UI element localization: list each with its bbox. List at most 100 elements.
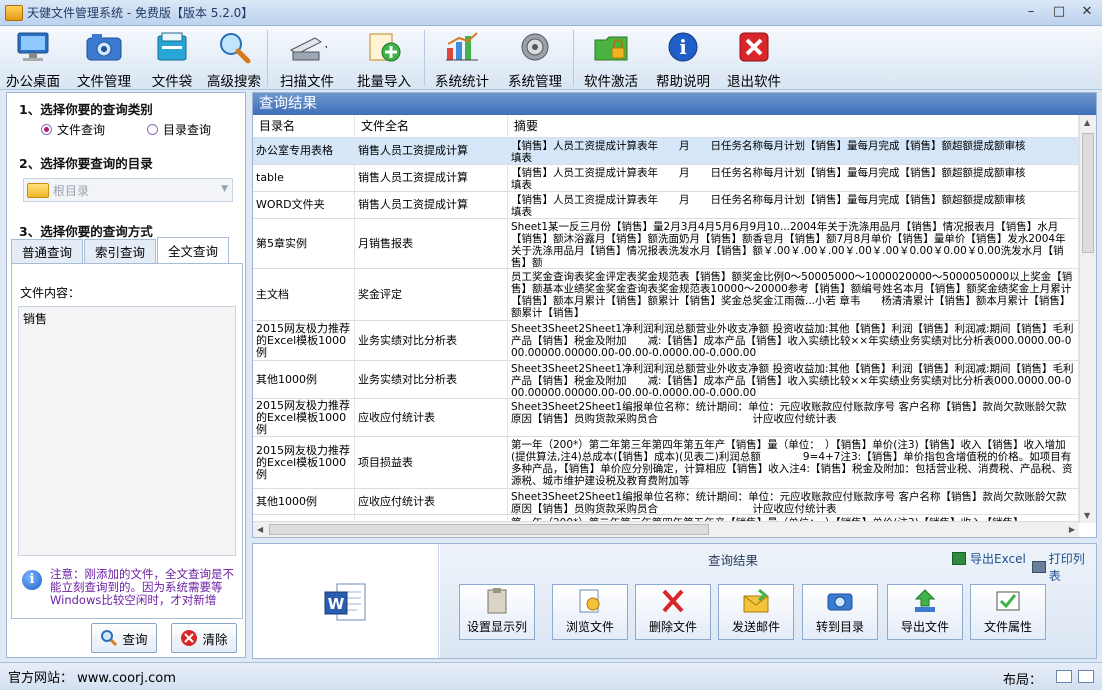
title-bar: 天健文件管理系统 - 免费版【版本 5.2.0】 – □ ✕: [0, 0, 1102, 26]
layout-list-icon[interactable]: [1056, 670, 1072, 683]
toolbar-label: 办公桌面: [6, 74, 60, 90]
toolbar-file-bag[interactable]: 文件袋: [142, 26, 202, 90]
radio-file-query[interactable]: 文件查询: [41, 121, 105, 138]
button-label: 导出文件: [900, 620, 949, 634]
directory-select[interactable]: 根目录 ▼: [23, 178, 233, 202]
close-button[interactable]: ✕: [1076, 4, 1098, 21]
column-header-file[interactable]: 文件全名: [355, 115, 508, 137]
toolbar-statistics[interactable]: 系统统计: [426, 26, 498, 90]
query-button-label: 查询: [122, 631, 148, 647]
set-columns-button[interactable]: 设置显示列: [459, 584, 535, 640]
scroll-left-icon[interactable]: ◀: [257, 525, 263, 534]
print-list-link[interactable]: 打印列表: [1032, 550, 1096, 584]
step1-title: 1、选择你要的查询类别: [19, 102, 153, 117]
toolbar-advanced-search[interactable]: 高级搜索: [202, 26, 266, 90]
toolbar-label: 文件袋: [151, 74, 193, 90]
toolbar-system-manage[interactable]: 系统管理: [498, 26, 572, 90]
minimize-button[interactable]: –: [1020, 4, 1042, 21]
tab-fulltext-query[interactable]: 全文查询: [157, 237, 230, 263]
toolbar-office-desktop[interactable]: 办公桌面: [0, 26, 66, 90]
content-input[interactable]: 销售: [18, 306, 236, 556]
table-row[interactable]: 第5章实例 月销售报表 Sheet1某一反三月份【销售】量2月3月4月5月6月9…: [253, 219, 1079, 269]
table-row[interactable]: 2015网友极力推荐的Excel模板1000例 项目损益表 第一年（200*）第…: [253, 437, 1079, 489]
cell-file: 销售人员工资提成计算: [355, 165, 508, 191]
file-bag-icon: [152, 29, 192, 64]
chevron-down-icon: ▼: [221, 184, 228, 194]
cell-dir: 其他1000例: [253, 361, 355, 398]
results-title: 查询结果: [253, 93, 1096, 115]
table-row[interactable]: 2015网友极力推荐的Excel模板1000例 应收应付统计表 Sheet3Sh…: [253, 399, 1079, 437]
vertical-scrollbar[interactable]: ▲ ▼: [1079, 115, 1096, 523]
word-document-icon: W: [324, 583, 366, 621]
table-row[interactable]: 其他1000例 业务实绩对比分析表 Sheet3Sheet2Sheet1净利润利…: [253, 361, 1079, 399]
cell-dir: WORD文件夹: [253, 192, 355, 218]
cell-file: 奖金评定: [355, 269, 508, 320]
toolbar-batch-import[interactable]: 批量导入: [345, 26, 423, 90]
clipboard-icon: [487, 588, 507, 614]
bar-chart-icon: [442, 29, 482, 64]
action-area: 查询结果 导出Excel 打印列表 设置显示列 浏览文件 删除文件 发送邮件 转…: [440, 544, 1096, 658]
export-icon: [914, 589, 936, 612]
maximize-button[interactable]: □: [1048, 4, 1070, 21]
actions-title: 查询结果: [708, 553, 759, 568]
cell-summary: 第一年（200*）第二年第三年第四年第五年产【销售】量（单位： ）【销售】单价(…: [508, 437, 1079, 488]
toolbar-label: 退出软件: [727, 74, 781, 90]
exit-icon: [734, 29, 774, 64]
step3-title: 3、选择你要的查询方式: [19, 224, 153, 239]
query-button[interactable]: 查询: [91, 623, 157, 653]
browse-icon: [579, 589, 600, 613]
official-site: 官方网站： www.coorj.com: [8, 671, 176, 686]
table-row[interactable]: WORD文件夹 销售人员工资提成计算 【销售】人员工资提成计算表年 月 日任务名…: [253, 192, 1079, 219]
horizontal-scrollbar[interactable]: ◀ ▶: [253, 521, 1079, 537]
export-excel-link[interactable]: 导出Excel: [952, 550, 1026, 567]
toolbar-label: 系统统计: [435, 74, 489, 90]
layout-grid-icon[interactable]: [1078, 670, 1094, 683]
toolbar-separator: [267, 30, 268, 86]
column-header-dir[interactable]: 目录名: [253, 115, 355, 137]
results-panel: 查询结果 目录名 文件全名 摘要 办公室专用表格 销售人员工资提成计算 【销售】…: [252, 92, 1097, 538]
table-row[interactable]: 主文档 奖金评定 员工奖金查询表奖金评定表奖金规范表【销售】额奖金比例0～500…: [253, 269, 1079, 321]
export-excel-label: 导出Excel: [970, 552, 1026, 566]
browse-file-button[interactable]: 浏览文件: [552, 584, 628, 640]
column-header-summary[interactable]: 摘要: [508, 115, 1079, 137]
scroll-thumb[interactable]: [269, 524, 709, 535]
scroll-thumb[interactable]: [1082, 133, 1094, 253]
toolbar-exit[interactable]: 退出软件: [719, 26, 789, 90]
directory-value: 根目录: [53, 183, 90, 198]
toolbar-help[interactable]: i 帮助说明: [647, 26, 719, 90]
toolbar-separator: [573, 30, 574, 86]
toolbar-scan-file[interactable]: 扫描文件: [269, 26, 345, 90]
radio-label: 目录查询: [163, 123, 212, 137]
file-properties-button[interactable]: 文件属性: [970, 584, 1046, 640]
scroll-up-icon[interactable]: ▲: [1084, 118, 1090, 127]
scroll-right-icon[interactable]: ▶: [1069, 525, 1075, 534]
table-row[interactable]: 2015网友极力推荐的Excel模板1000例 业务实绩对比分析表 Sheet3…: [253, 321, 1079, 361]
export-file-button[interactable]: 导出文件: [887, 584, 963, 640]
tab-normal-query[interactable]: 普通查询: [11, 239, 84, 263]
search-icon: [214, 29, 254, 64]
mail-icon: [743, 588, 769, 613]
clear-button-label: 清除: [202, 631, 228, 647]
content-label: 文件内容：: [20, 286, 81, 300]
goto-directory-button[interactable]: 转到目录: [802, 584, 878, 640]
button-label: 删除文件: [648, 620, 697, 634]
delete-file-button[interactable]: 删除文件: [635, 584, 711, 640]
radio-dir-query[interactable]: 目录查询: [147, 121, 211, 138]
folder-icon: [27, 182, 49, 198]
table-row[interactable]: 办公室专用表格 销售人员工资提成计算 【销售】人员工资提成计算表年 月 日任务名…: [253, 138, 1079, 165]
toolbar-label: 帮助说明: [656, 74, 710, 90]
status-bar: 官方网站： www.coorj.com 布局：: [0, 662, 1102, 690]
table-row[interactable]: 其他1000例 应收应付统计表 Sheet3Sheet2Sheet1编报单位名称…: [253, 489, 1079, 515]
clear-button[interactable]: 清除: [171, 623, 237, 653]
cell-file: 业务实绩对比分析表: [355, 321, 508, 360]
cell-summary: 【销售】人员工资提成计算表年 月 日任务名称每月计划【销售】量每月完成【销售】额…: [508, 138, 1079, 164]
search-icon: [101, 630, 118, 647]
toolbar-file-manage[interactable]: 文件管理: [66, 26, 142, 90]
properties-icon: [996, 591, 1020, 611]
tab-index-query[interactable]: 索引查询: [84, 239, 157, 263]
send-mail-button[interactable]: 发送邮件: [718, 584, 794, 640]
scroll-down-icon[interactable]: ▼: [1084, 511, 1090, 520]
table-row[interactable]: table 销售人员工资提成计算 【销售】人员工资提成计算表年 月 日任务名称每…: [253, 165, 1079, 192]
toolbar-activate[interactable]: 软件激活: [575, 26, 647, 90]
button-label: 发送邮件: [731, 620, 780, 634]
